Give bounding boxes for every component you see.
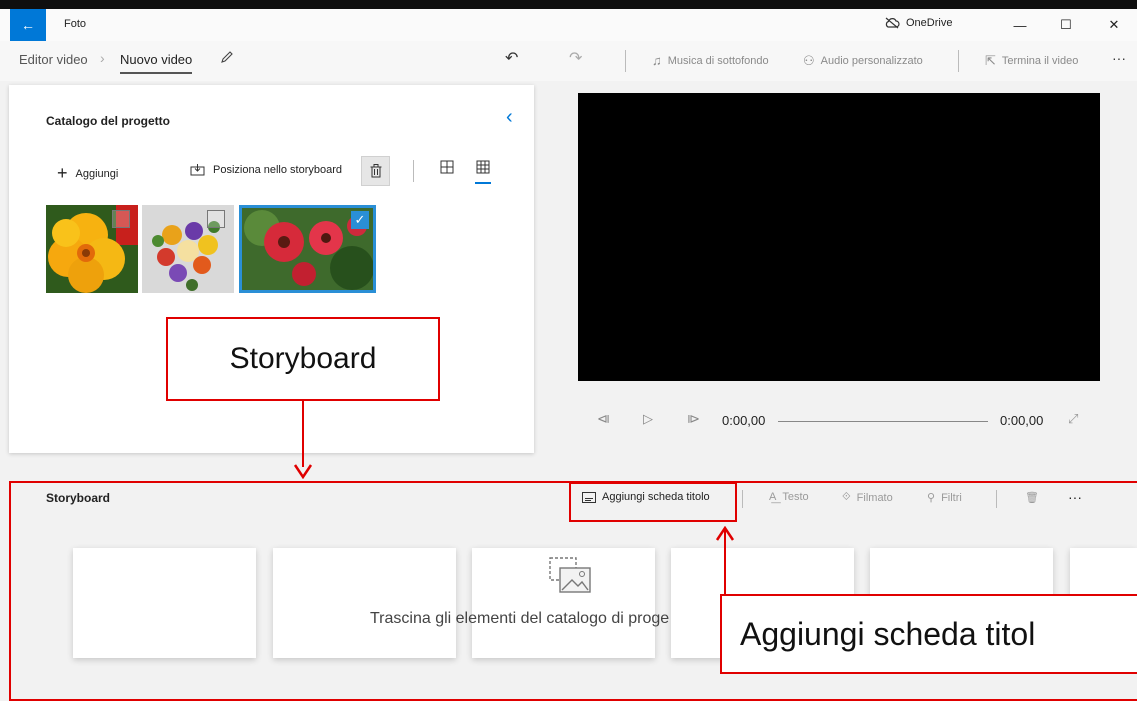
current-time: 0:00,00 — [722, 413, 766, 428]
seek-bar[interactable] — [778, 421, 988, 422]
undo-button[interactable]: ↶ — [505, 48, 518, 68]
step-back-icon: ⧏ — [597, 411, 610, 426]
play-button[interactable]: ▷ — [643, 411, 653, 427]
title-bar — [0, 9, 1137, 41]
small-grid-view-button[interactable] — [476, 160, 490, 177]
maximize-button[interactable]: ☐ — [1043, 14, 1089, 36]
selected-checkbox[interactable]: ✓ — [351, 211, 369, 229]
toolbar-divider — [958, 50, 959, 72]
background-music-label: Musica di sottofondo — [667, 54, 769, 67]
checkmark-icon: ✓ — [354, 212, 366, 227]
active-view-indicator — [475, 182, 491, 184]
minimize-button[interactable]: — — [997, 14, 1043, 36]
expand-icon: ⤢ — [1068, 411, 1079, 426]
total-time: 0:00,00 — [1000, 413, 1044, 428]
minimize-icon: — — [1013, 17, 1027, 33]
close-button[interactable]: ✕ — [1091, 14, 1137, 36]
export-icon: ⇱ — [985, 53, 996, 68]
place-in-storyboard-icon — [190, 164, 205, 176]
custom-audio-button[interactable]: ⚇ Audio personalizzato — [803, 53, 923, 69]
screen-top-strip — [0, 0, 1137, 9]
redo-button[interactable]: ↷ — [569, 48, 582, 68]
rename-button[interactable] — [220, 50, 234, 67]
app-title: Foto — [64, 18, 87, 30]
remove-from-catalog-button[interactable] — [361, 156, 390, 186]
storyboard-callout-arrow-line — [302, 401, 304, 467]
storyboard-callout: Storyboard — [166, 317, 440, 401]
onedrive-label: OneDrive — [906, 17, 953, 29]
catalog-title: Catalogo del progetto — [46, 114, 170, 128]
custom-audio-label: Audio personalizzato — [820, 55, 923, 67]
back-arrow-icon: ← — [21, 17, 35, 33]
close-icon: ✕ — [1108, 17, 1120, 32]
video-preview[interactable] — [578, 93, 1100, 381]
storyboard-callout-arrowhead — [293, 463, 313, 484]
toolbar-divider — [625, 50, 626, 72]
collapse-catalog-button[interactable]: ‹ — [506, 106, 513, 129]
step-forward-icon: ⧐ — [687, 411, 700, 426]
back-button[interactable]: ← — [10, 9, 46, 41]
audio-person-icon: ⚇ — [803, 53, 815, 68]
breadcrumb-separator: › — [100, 50, 105, 66]
fullscreen-button[interactable]: ⤢ — [1068, 411, 1078, 427]
breadcrumb-editor-video[interactable]: Editor video — [19, 52, 88, 67]
cloud-off-icon — [885, 17, 900, 29]
catalog-divider — [413, 160, 414, 182]
redo-icon: ↷ — [569, 50, 583, 67]
music-note-icon: ♫ — [652, 53, 662, 68]
add-media-button[interactable]: + Aggiungi — [57, 163, 118, 184]
title-card-callout: Aggiungi scheda titol — [720, 594, 1137, 674]
maximize-icon: ☐ — [1060, 17, 1072, 32]
place-in-storyboard-button[interactable]: Posiziona nello storyboard — [190, 163, 342, 176]
large-grid-view-button[interactable] — [440, 160, 454, 177]
chevron-left-icon: ‹ — [506, 106, 513, 128]
next-frame-button[interactable]: ⧐ — [687, 411, 700, 427]
background-music-button[interactable]: ♫ Musica di sottofondo — [652, 53, 769, 68]
grid-large-icon — [440, 160, 454, 174]
breadcrumb-current-project: Nuovo video — [120, 52, 193, 74]
onedrive-status[interactable]: OneDrive — [884, 17, 952, 29]
finish-video-label: Termina il video — [1001, 55, 1079, 67]
place-in-storyboard-label: Posiziona nello storyboard — [213, 163, 343, 176]
trash-icon — [370, 164, 381, 178]
title-card-annotation-highlight — [569, 482, 737, 522]
title-card-callout-arrowhead — [715, 525, 735, 547]
more-options-button[interactable]: ··· — [1112, 50, 1126, 66]
pencil-icon — [221, 51, 233, 63]
more-icon: ··· — [1112, 50, 1126, 66]
add-media-label: Aggiungi — [75, 167, 119, 180]
undo-icon: ↶ — [505, 50, 519, 67]
select-checkbox[interactable] — [112, 210, 130, 228]
plus-icon: + — [57, 163, 68, 183]
previous-frame-button[interactable]: ⧏ — [597, 411, 610, 427]
select-checkbox[interactable] — [207, 210, 225, 228]
finish-video-button[interactable]: ⇱ Termina il video — [985, 53, 1078, 69]
grid-small-icon — [476, 160, 490, 174]
play-icon: ▷ — [643, 411, 653, 426]
